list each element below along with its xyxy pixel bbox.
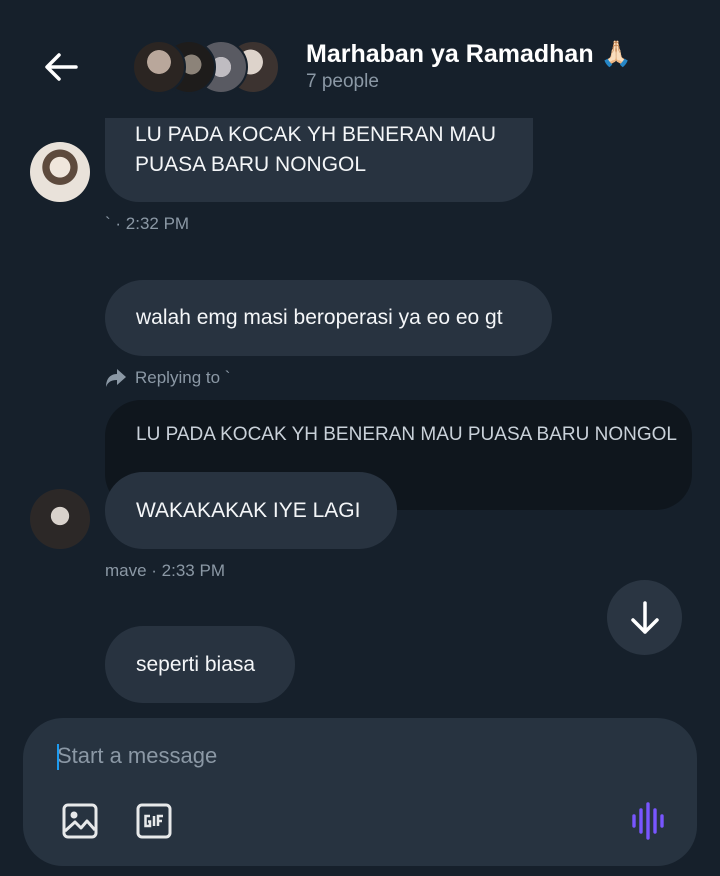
- text-caret: [57, 744, 59, 770]
- arrow-down-icon: [630, 600, 659, 634]
- gif-icon: [136, 803, 172, 839]
- message-bubble[interactable]: walah emg masi beroperasi ya eo eo gt: [105, 280, 552, 356]
- message-composer: [23, 718, 697, 866]
- scroll-to-bottom-button[interactable]: [607, 580, 682, 655]
- conversation-title[interactable]: Marhaban ya Ramadhan 🙏🏻: [306, 40, 632, 69]
- message-bubble[interactable]: WAKAKAKAK IYE LAGI: [105, 472, 397, 549]
- reply-label: Replying to `: [135, 368, 231, 387]
- image-icon: [62, 803, 98, 839]
- gif-button[interactable]: [135, 802, 173, 840]
- arrow-left-icon: [45, 53, 78, 81]
- message-timestamp: mave · 2:33 PM: [105, 561, 225, 580]
- image-button[interactable]: [61, 802, 99, 840]
- voice-icon: [632, 802, 664, 840]
- message-input[interactable]: [57, 738, 617, 774]
- participant-count[interactable]: 7 people: [306, 71, 379, 93]
- message-bubble[interactable]: seperti biasa: [105, 626, 295, 703]
- reply-arrow-icon: [106, 369, 126, 387]
- voice-message-button[interactable]: [629, 802, 669, 840]
- chat-header: Marhaban ya Ramadhan 🙏🏻 7 people: [0, 0, 720, 120]
- sender-avatar[interactable]: [30, 142, 90, 202]
- message-timestamp: ` · 2:32 PM: [105, 214, 190, 233]
- avatar: [132, 40, 186, 94]
- back-button[interactable]: [40, 46, 82, 88]
- group-avatar-stack[interactable]: [132, 40, 282, 94]
- message-bubble[interactable]: LU PADA KOCAK YH BENERAN MAU PUASA BARU …: [105, 118, 533, 202]
- sender-avatar[interactable]: [30, 489, 90, 549]
- reply-indicator: Replying to `: [105, 368, 230, 388]
